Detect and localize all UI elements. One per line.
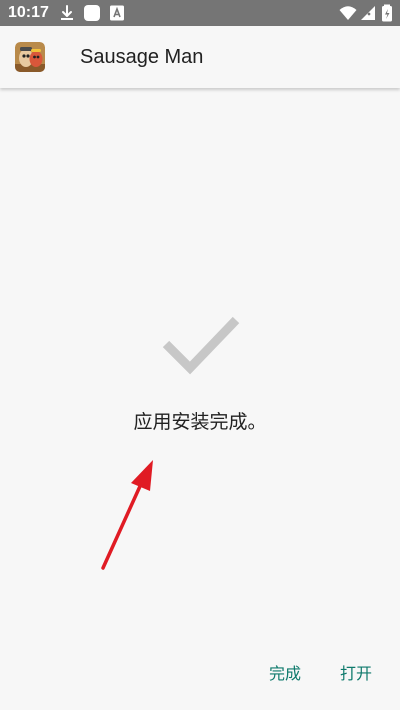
done-button[interactable]: 完成	[265, 660, 305, 688]
app-title: Sausage Man	[80, 46, 204, 68]
app-a-icon	[110, 5, 124, 21]
red-arrow-annotation	[101, 460, 153, 570]
battery-icon	[382, 4, 392, 22]
app-bar: Sausage Man	[0, 26, 400, 88]
check-icon	[162, 316, 240, 375]
install-complete-message: 应用安装完成。	[133, 411, 267, 433]
signal-icon	[361, 6, 375, 20]
app-notification-icon	[84, 5, 100, 21]
sausage-man-app-icon	[15, 42, 45, 72]
open-button[interactable]: 打开	[336, 660, 376, 688]
wifi-icon	[339, 6, 357, 20]
status-bar: 10:17	[0, 0, 400, 26]
download-icon	[61, 5, 73, 20]
status-time: 10:17	[8, 4, 49, 21]
